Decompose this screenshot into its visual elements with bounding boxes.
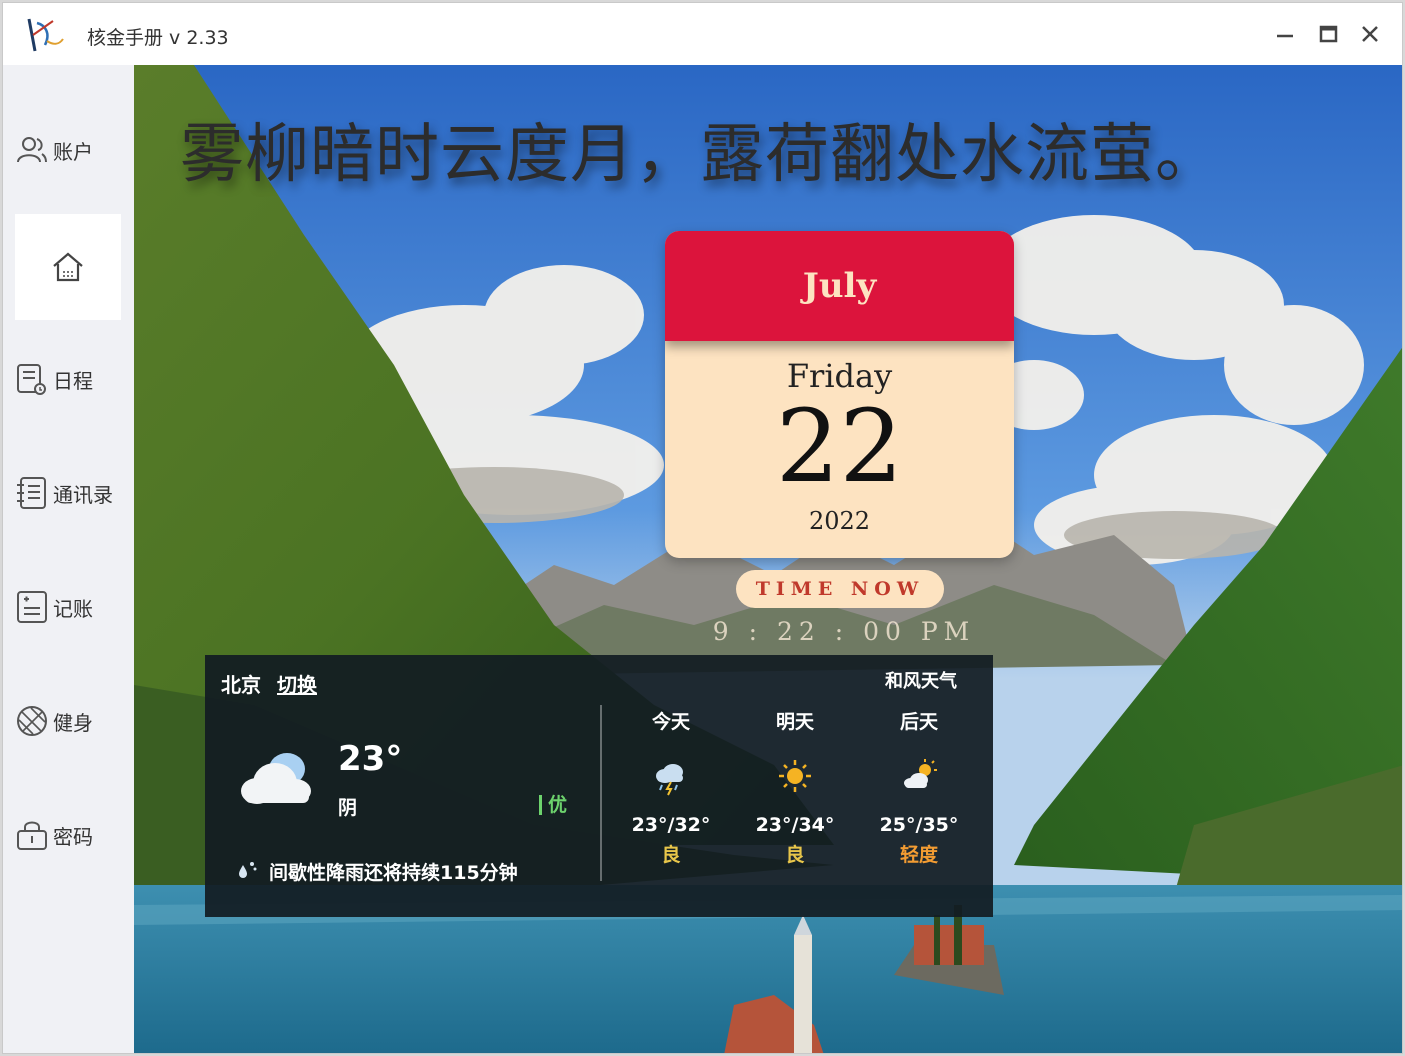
- sidebar-item-fitness[interactable]: 健身: [3, 691, 134, 751]
- forecast-temp-range: 25°/35°: [879, 814, 959, 836]
- app-title: 核金手册 v 2.33: [87, 27, 229, 49]
- cloudy-icon: [237, 747, 317, 807]
- poem-text: 雾柳暗时云度月，露荷翻处水流萤。: [180, 118, 1220, 192]
- sunny-icon: [775, 756, 815, 796]
- password-icon: [15, 818, 49, 852]
- current-temperature: 23°: [338, 739, 403, 779]
- maximize-icon: [1319, 25, 1338, 43]
- raindrop-icon: [235, 859, 259, 879]
- fitness-icon: [15, 704, 49, 738]
- app-logo-icon: [23, 15, 65, 55]
- sidebar: 账户 日程 通讯录 记账 健身 密码: [3, 65, 134, 1053]
- sidebar-item-account[interactable]: 账户: [3, 120, 134, 180]
- sidebar-item-label: 密码: [53, 824, 93, 849]
- forecast-day: 后天 25°/35° 轻度: [869, 707, 969, 867]
- sidebar-item-label: 通讯录: [53, 482, 113, 507]
- weather-brand-link[interactable]: 和风天气: [885, 667, 957, 693]
- weather-widget: 北京 切换 和风天气 23° 阴 优 间歇性降雨还将持续115分钟 今天 23°…: [205, 655, 993, 917]
- close-button[interactable]: [1353, 17, 1387, 51]
- sidebar-item-label: 记账: [53, 596, 93, 621]
- ledger-icon: [15, 590, 49, 624]
- current-condition: 阴: [338, 797, 358, 819]
- forecast-day-name: 明天: [775, 711, 814, 733]
- forecast-day: 明天 23°/34° 良: [745, 707, 845, 867]
- sidebar-item-label: 健身: [53, 710, 93, 735]
- home-icon: [53, 252, 83, 282]
- sidebar-item-password[interactable]: 密码: [3, 805, 134, 865]
- sidebar-item-ledger[interactable]: 记账: [3, 577, 134, 637]
- forecast-air-quality: 轻度: [899, 844, 938, 866]
- switch-city-link[interactable]: 切换: [277, 669, 317, 698]
- forecast-day: 今天 23°/32° 良: [621, 707, 721, 867]
- user-icon: [15, 133, 49, 167]
- clock-time: 9 : 22 : 00 PM: [712, 617, 976, 646]
- forecast-air-quality: 良: [661, 844, 681, 866]
- contacts-icon: [15, 476, 49, 510]
- sidebar-item-label: 日程: [53, 368, 93, 393]
- thunder-rain-icon: [651, 756, 691, 796]
- weather-city: 北京: [221, 673, 261, 697]
- forecast-temp-range: 23°/34°: [755, 814, 835, 836]
- forecast-temp-range: 23°/32°: [631, 814, 711, 836]
- forecast-day-name: 今天: [651, 711, 690, 733]
- partly-cloudy-icon: [899, 756, 939, 796]
- sidebar-item-schedule[interactable]: 日程: [3, 349, 134, 409]
- title-bar: 核金手册 v 2.33: [3, 3, 1402, 65]
- sidebar-item-label: 账户: [53, 139, 93, 164]
- precipitation-note: 间歇性降雨还将持续115分钟: [269, 862, 518, 884]
- forecast-air-quality: 良: [785, 844, 805, 866]
- home-panel: 雾柳暗时云度月，露荷翻处水流萤。 July Friday 22 2022 TIM…: [134, 65, 1402, 1053]
- forecast-day-name: 后天: [899, 711, 938, 733]
- weather-divider: [600, 705, 602, 881]
- calendar-day: 22: [775, 388, 904, 505]
- app-window: 核金手册 v 2.33 账户 日程 通讯录 记账 健身 密码 雾柳暗时云度月，露…: [2, 2, 1403, 1054]
- calendar-month: July: [665, 231, 1014, 341]
- minimize-button[interactable]: [1268, 17, 1302, 51]
- maximize-button[interactable]: [1311, 17, 1345, 51]
- sidebar-item-contacts[interactable]: 通讯录: [3, 463, 134, 523]
- time-now-label: TIME NOW: [736, 570, 944, 608]
- calendar-card: July Friday 22 2022: [665, 231, 1014, 558]
- minimize-icon: [1277, 34, 1293, 38]
- schedule-icon: [15, 362, 49, 396]
- close-icon: [1362, 26, 1378, 42]
- air-quality-badge: 优: [539, 795, 567, 815]
- calendar-year: 2022: [808, 507, 871, 535]
- sidebar-item-home[interactable]: [15, 214, 121, 320]
